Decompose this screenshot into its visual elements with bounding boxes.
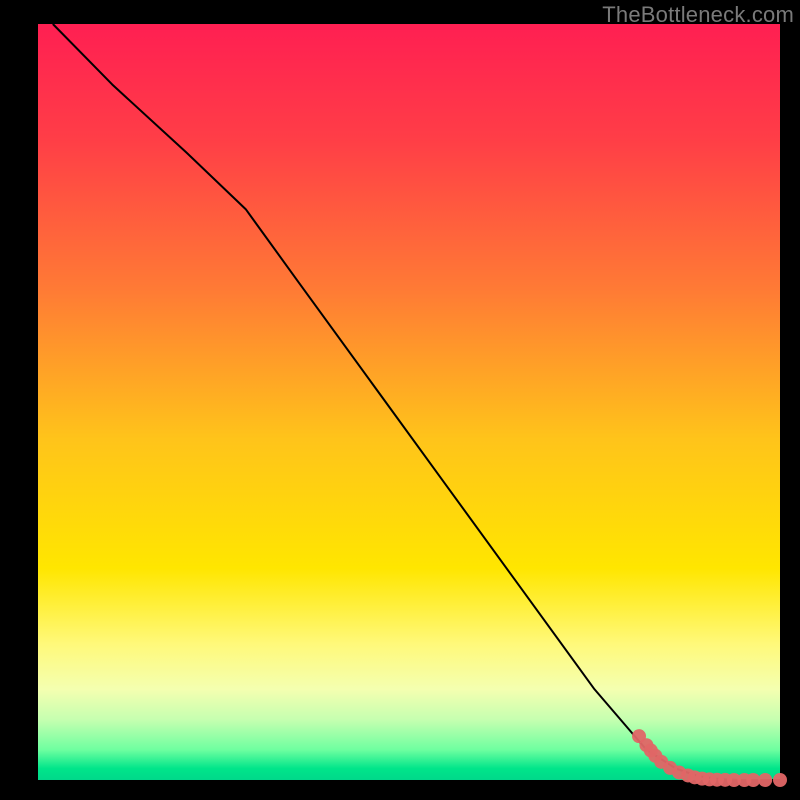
chart-marker <box>758 773 772 787</box>
chart-container <box>0 0 800 800</box>
chart-plot-area <box>38 24 780 780</box>
chart-marker <box>773 773 787 787</box>
chart-svg <box>0 0 800 800</box>
watermark-text: TheBottleneck.com <box>602 2 794 28</box>
